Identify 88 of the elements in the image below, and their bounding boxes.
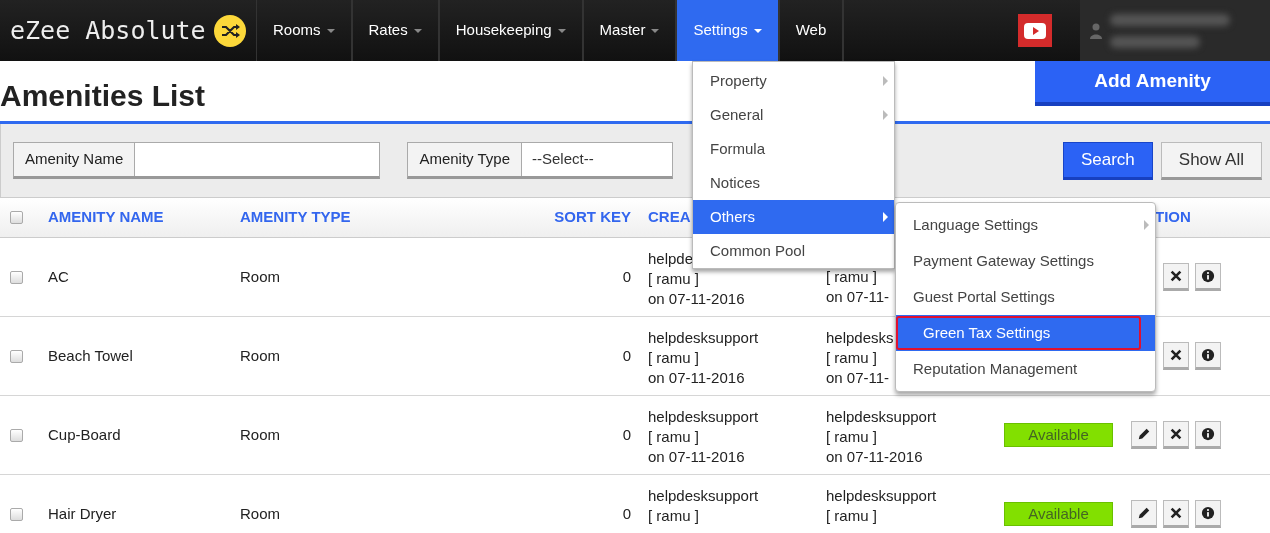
- status-badge: Available: [1004, 423, 1113, 447]
- table-cell: [ ramu ]: [826, 506, 877, 524]
- table-cell: helpdesksupport: [648, 486, 759, 504]
- info-button[interactable]: [1195, 500, 1221, 528]
- menu-item[interactable]: Green Tax Settings: [896, 315, 1155, 351]
- table-cell: [ ramu ]: [826, 427, 877, 445]
- table-cell: [ ramu ]: [648, 506, 699, 524]
- menu-item[interactable]: Guest Portal Settings: [896, 279, 1155, 315]
- menu-item[interactable]: Formula: [693, 132, 894, 166]
- app-logo: eZee Absolute: [10, 14, 206, 47]
- delete-button[interactable]: [1163, 500, 1189, 528]
- table-cell-text: Room: [240, 503, 280, 524]
- row-checkbox[interactable]: [10, 349, 23, 363]
- shuffle-icon[interactable]: [213, 14, 246, 47]
- delete-button[interactable]: [1163, 263, 1189, 291]
- table-cell: [ ramu ]: [648, 269, 699, 287]
- table-cell: helpdesksupport: [648, 407, 759, 425]
- info-icon: [1201, 506, 1215, 520]
- column-header[interactable]: CREA: [648, 206, 691, 229]
- table-cell-text: Room: [240, 424, 280, 445]
- table-cell: helpdesksupport: [648, 328, 759, 346]
- menu-item[interactable]: Common Pool: [693, 234, 894, 268]
- info-icon: [1201, 348, 1215, 362]
- table-cell: helpdesksupport: [826, 486, 937, 504]
- info-icon: [1201, 269, 1215, 283]
- table-cell: helpdesksupport: [826, 407, 937, 425]
- info-icon: [1201, 427, 1215, 441]
- menu-item[interactable]: Payment Gateway Settings: [896, 243, 1155, 279]
- nav-menu-item[interactable]: Rooms: [257, 0, 353, 61]
- table-cell: on 07-11-2016: [648, 447, 745, 465]
- menu-item[interactable]: Reputation Management: [896, 351, 1155, 387]
- table-cell-text: Beach Towel: [48, 345, 133, 366]
- table-cell-text: 0: [622, 266, 631, 287]
- page-title: Amenities List: [0, 78, 206, 113]
- close-icon: [1169, 348, 1183, 362]
- table-cell-text: 0: [622, 345, 631, 366]
- table-cell: on 07-11-: [826, 368, 890, 386]
- table-cell: helpdesks: [826, 328, 894, 346]
- menu-item[interactable]: Notices: [693, 166, 894, 200]
- table-cell-text: Room: [240, 345, 280, 366]
- info-button[interactable]: [1195, 421, 1221, 449]
- menu-item[interactable]: Property: [693, 64, 894, 98]
- show-all-button[interactable]: Show All: [1160, 141, 1262, 180]
- table-cell: [ ramu ]: [826, 267, 877, 285]
- table-cell: [ ramu ]: [826, 348, 877, 366]
- nav-menu-item[interactable]: Housekeeping: [439, 0, 584, 61]
- table-cell: on 07-11-2016: [826, 447, 923, 465]
- pencil-icon: [1137, 506, 1151, 520]
- filter-field[interactable]: Amenity Name: [13, 142, 381, 179]
- video-play-button[interactable]: [1018, 14, 1052, 47]
- edit-button[interactable]: [1131, 421, 1157, 449]
- delete-button[interactable]: [1163, 342, 1189, 370]
- row-checkbox[interactable]: [10, 428, 23, 442]
- table-cell-text: Room: [240, 266, 280, 287]
- table-cell: on 07-11-2016: [648, 289, 745, 307]
- menu-item[interactable]: General: [693, 98, 894, 132]
- table-cell-text: 0: [622, 503, 631, 524]
- row-checkbox[interactable]: [10, 507, 23, 521]
- nav-menu-item[interactable]: Settings: [677, 0, 780, 61]
- table-cell-text: AC: [48, 266, 69, 287]
- add-amenity-button[interactable]: Add Amenity: [1035, 61, 1270, 106]
- close-icon: [1169, 506, 1183, 520]
- table-cell-text: Hair Dryer: [48, 503, 117, 524]
- nav-menu-item[interactable]: Rates: [352, 0, 440, 61]
- column-header[interactable]: TION: [1155, 206, 1191, 229]
- table-cell: helpde: [648, 249, 694, 267]
- menu-item[interactable]: Others: [693, 200, 894, 234]
- close-icon: [1169, 269, 1183, 283]
- table-cell: on 07-11-: [826, 287, 890, 305]
- info-button[interactable]: [1195, 342, 1221, 370]
- table-cell-text: Cup-Board: [48, 424, 121, 445]
- pencil-icon: [1137, 427, 1151, 441]
- menu-item[interactable]: Language Settings: [896, 207, 1155, 243]
- table-cell-text: 0: [622, 424, 631, 445]
- row-checkbox[interactable]: [10, 270, 23, 284]
- filter-field[interactable]: Amenity Type --Select--: [407, 142, 673, 179]
- edit-button[interactable]: [1131, 500, 1157, 528]
- status-badge: Available: [1004, 502, 1113, 526]
- info-button[interactable]: [1195, 263, 1221, 291]
- user-icon: [1090, 22, 1102, 39]
- table-cell: on 07-11-2016: [648, 368, 745, 386]
- close-icon: [1169, 427, 1183, 441]
- select-all-checkbox[interactable]: [10, 211, 23, 224]
- delete-button[interactable]: [1163, 421, 1189, 449]
- play-icon: [1024, 22, 1046, 39]
- table-cell: [ ramu ]: [648, 427, 699, 445]
- table-cell: [ ramu ]: [648, 348, 699, 366]
- search-button[interactable]: Search: [1062, 141, 1153, 180]
